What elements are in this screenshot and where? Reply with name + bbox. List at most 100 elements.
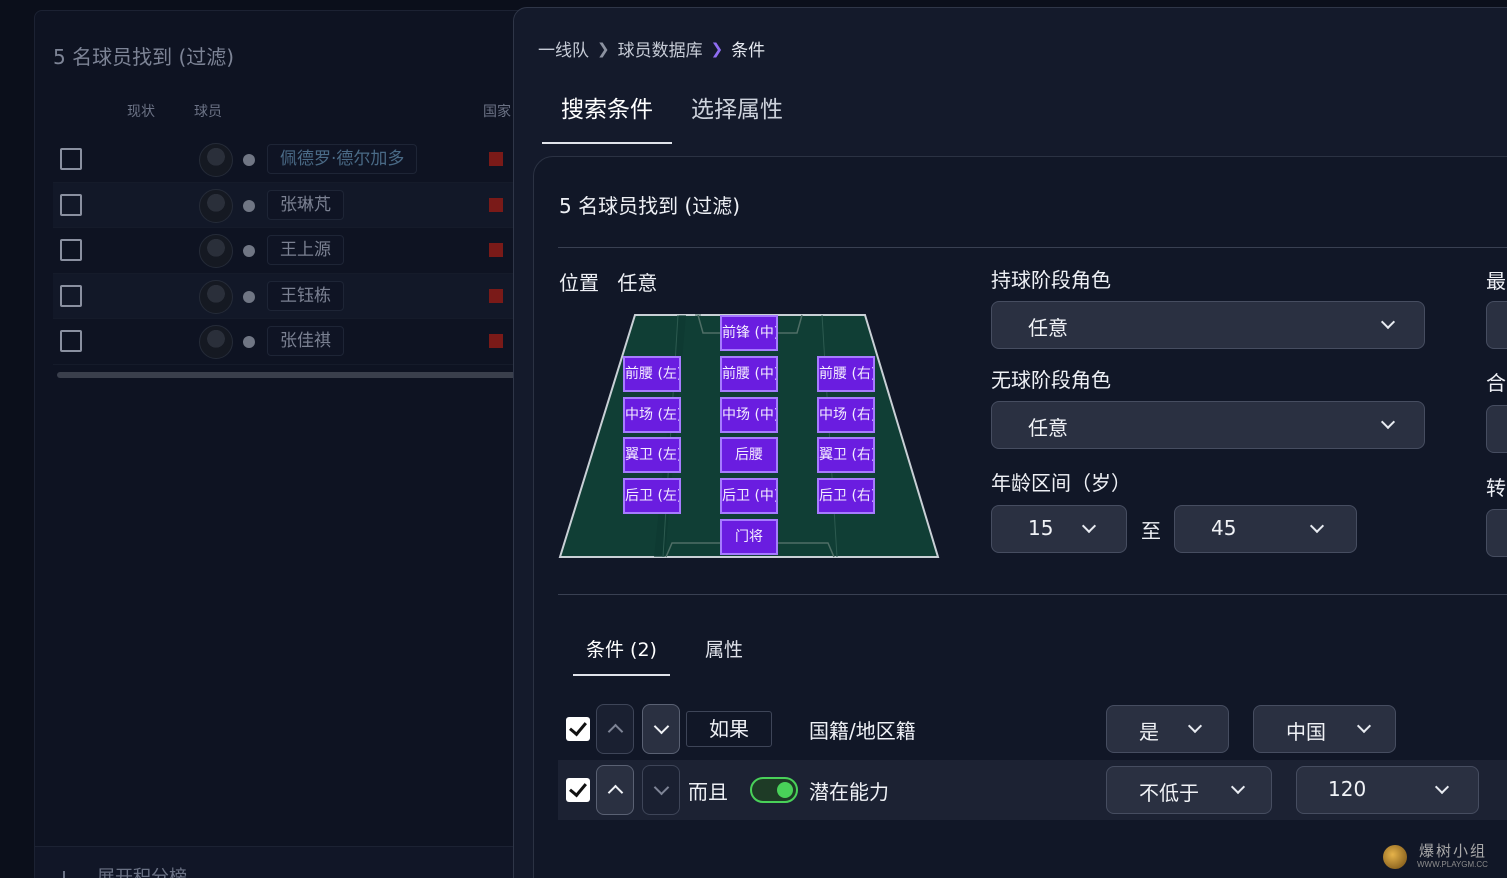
chevron-down-icon <box>1309 518 1325 534</box>
flag-icon <box>489 152 503 166</box>
chevron-up-icon <box>607 784 624 801</box>
age-max-select[interactable]: 45 <box>1174 505 1357 553</box>
move-up-button[interactable] <box>596 704 634 754</box>
position-am-c[interactable]: 前腰 (中) <box>720 356 778 392</box>
condition-operator-value: 是 <box>1139 720 1159 744</box>
position-m-l[interactable]: 中场 (左) <box>623 397 681 433</box>
right-column-select-1[interactable] <box>1486 301 1507 349</box>
row-checkbox[interactable] <box>60 193 82 216</box>
watermark-url: WWW.PLAYGM.CC <box>1417 860 1488 869</box>
age-min-select[interactable]: 15 <box>991 505 1127 553</box>
breadcrumb: 一线队 ❯ 球员数据库 ❯ 条件 <box>538 36 765 62</box>
age-max-value: 45 <box>1211 516 1237 540</box>
condition-row: 如果 国籍/地区籍 是 中国 <box>558 699 1507 759</box>
table-row[interactable]: 张佳祺 <box>53 319 533 365</box>
dialog-tabs: 搜索条件 选择属性 <box>542 90 802 144</box>
chevron-down-icon <box>1356 718 1372 734</box>
found-count: 5 名球员找到 (过滤) <box>559 194 741 218</box>
flag-icon <box>489 197 503 212</box>
position-st-c[interactable]: 前锋 (中) <box>720 315 778 351</box>
right-column-select-3[interactable] <box>1486 509 1507 557</box>
out-possession-role-label: 无球阶段角色 <box>991 368 1111 392</box>
position-wb-r[interactable]: 翼卫 (右) <box>817 437 875 473</box>
player-name[interactable]: 佩德罗·德尔加多 <box>267 144 418 174</box>
flag-icon <box>489 288 503 303</box>
position-m-c[interactable]: 中场 (中) <box>720 397 778 433</box>
condition-value-select[interactable]: 120 <box>1296 766 1479 814</box>
row-checkbox[interactable] <box>60 330 82 352</box>
player-table: 佩德罗·德尔加多 张琳芃 王上源 王钰栋 张佳祺 <box>53 137 533 365</box>
watermark: 爆树小组 WWW.PLAYGM.CC <box>1383 840 1503 874</box>
horizontal-scrollbar[interactable] <box>57 372 527 378</box>
breadcrumb-player-database[interactable]: 球员数据库 <box>618 36 703 61</box>
position-value: 任意 <box>617 271 658 295</box>
condition-checkbox[interactable] <box>566 778 590 802</box>
table-row[interactable]: 佩德罗·德尔加多 <box>53 137 533 183</box>
out-possession-role-value: 任意 <box>1028 416 1068 440</box>
breadcrumb-first-team[interactable]: 一线队 <box>538 36 589 61</box>
expand-standings-bar[interactable]: 展开积分榜 <box>35 846 535 878</box>
player-list-panel: 5 名球员找到 (过滤) 现状 球员 国家 佩德罗·德尔加多 张琳芃 王上源 王… <box>34 10 535 878</box>
tab-select-attributes[interactable]: 选择属性 <box>672 90 802 144</box>
position-gk[interactable]: 门将 <box>720 519 778 555</box>
in-possession-role-select[interactable]: 任意 <box>991 301 1425 349</box>
player-avatar <box>199 234 233 268</box>
tab-search-criteria[interactable]: 搜索条件 <box>542 90 672 144</box>
chevron-down-icon <box>1081 518 1097 534</box>
condition-field: 国籍/地区籍 <box>809 719 916 743</box>
player-avatar <box>199 279 233 314</box>
watermark-logo-icon <box>1383 845 1407 869</box>
row-checkbox[interactable] <box>60 284 82 307</box>
position-am-l[interactable]: 前腰 (左) <box>623 356 681 392</box>
row-checkbox[interactable] <box>60 148 82 170</box>
age-min-value: 15 <box>1028 516 1054 540</box>
age-range-label: 年龄区间（岁） <box>991 471 1131 495</box>
chevron-down-icon <box>653 718 670 735</box>
position-wb-l[interactable]: 翼卫 (左) <box>623 437 681 473</box>
in-possession-role-label: 持球阶段角色 <box>991 268 1111 292</box>
position-d-l[interactable]: 后卫 (左) <box>623 478 681 514</box>
chevron-right-icon: ❯ <box>597 39 610 58</box>
chevron-down-icon <box>1380 314 1396 330</box>
player-name[interactable]: 王钰栋 <box>267 280 344 311</box>
player-name[interactable]: 张琳芃 <box>267 189 344 220</box>
row-checkbox[interactable] <box>60 239 82 261</box>
condition-keyword: 而且 <box>688 780 728 804</box>
condition-row: 而且 潜在能力 不低于 120 <box>558 760 1507 820</box>
condition-keyword-button[interactable]: 如果 <box>686 711 772 747</box>
condition-tabs: 条件 (2) 属性 <box>573 635 778 676</box>
column-header-status[interactable]: 现状 <box>127 101 155 121</box>
condition-value: 中国 <box>1286 720 1326 744</box>
table-row[interactable]: 王钰栋 <box>53 273 533 319</box>
right-column-select-2[interactable] <box>1486 405 1507 453</box>
chevron-down-icon <box>1230 779 1246 795</box>
tab-conditions[interactable]: 条件 (2) <box>573 635 670 676</box>
condition-checkbox[interactable] <box>566 717 590 741</box>
position-am-r[interactable]: 前腰 (右) <box>817 356 875 392</box>
condition-operator-select[interactable]: 是 <box>1106 705 1229 753</box>
condition-value-select[interactable]: 中国 <box>1253 705 1396 753</box>
chevron-down-icon <box>653 779 670 796</box>
table-row[interactable]: 张琳芃 <box>53 182 533 228</box>
player-name[interactable]: 张佳祺 <box>267 326 344 356</box>
table-row[interactable]: 王上源 <box>53 228 533 274</box>
out-possession-role-select[interactable]: 任意 <box>991 401 1425 449</box>
tab-attributes[interactable]: 属性 <box>692 635 756 676</box>
move-up-button[interactable] <box>596 765 634 815</box>
player-name[interactable]: 王上源 <box>267 235 344 265</box>
column-header-player[interactable]: 球员 <box>194 101 222 121</box>
move-down-button[interactable] <box>642 765 680 815</box>
age-range-separator: 至 <box>1141 519 1161 543</box>
position-dm[interactable]: 后腰 <box>720 437 778 473</box>
column-header-nation[interactable]: 国家 <box>483 101 511 121</box>
watermark-title: 爆树小组 <box>1419 842 1488 860</box>
criteria-panel: 5 名球员找到 (过滤) 位置 任意 前锋 (中) 前腰 (左) 前腰 (中) … <box>533 156 1507 878</box>
position-d-r[interactable]: 后卫 (右) <box>817 478 875 514</box>
divider <box>558 594 1507 595</box>
condition-operator-select[interactable]: 不低于 <box>1106 766 1272 814</box>
position-d-c[interactable]: 后卫 (中) <box>720 478 778 514</box>
condition-toggle[interactable] <box>750 777 798 803</box>
position-m-r[interactable]: 中场 (右) <box>817 397 875 433</box>
right-column-label-1: 最 <box>1486 269 1506 293</box>
move-down-button[interactable] <box>642 704 680 754</box>
